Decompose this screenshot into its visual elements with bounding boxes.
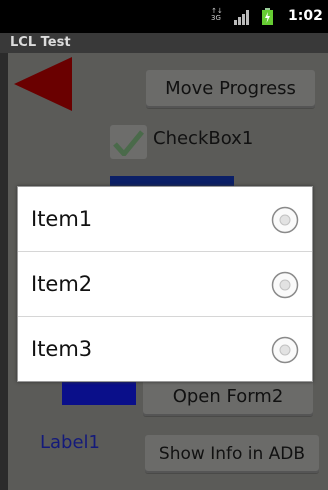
item-label: Item3 <box>31 337 93 361</box>
status-bar: ↑↓ 3G 1:02 <box>0 0 328 33</box>
open-form2-button[interactable]: Open Form2 <box>143 378 313 416</box>
radio-button-icon[interactable] <box>271 206 299 234</box>
choice-dialog: Item1 Item2 Item3 <box>17 186 313 382</box>
radio-button-icon[interactable] <box>271 336 299 364</box>
app-title: LCL Test <box>10 35 71 50</box>
title-bar: LCL Test <box>0 33 328 53</box>
network-3g-icon: ↑↓ 3G <box>211 7 223 22</box>
checkbox1-label: CheckBox1 <box>153 128 254 149</box>
checkbox1[interactable] <box>110 125 147 159</box>
network-type-label: 3G <box>211 14 221 22</box>
show-info-adb-button[interactable]: Show Info in ADB <box>145 435 319 473</box>
label1: Label1 <box>40 432 101 453</box>
signal-strength-icon <box>234 10 249 25</box>
dialog-item-1[interactable]: Item1 <box>18 187 312 252</box>
item-label: Item2 <box>31 272 93 296</box>
red-triangle-shape[interactable] <box>14 56 73 112</box>
battery-charging-icon <box>262 8 273 25</box>
blue-panel <box>62 378 136 405</box>
check-icon <box>113 130 144 156</box>
status-time: 1:02 <box>288 8 323 24</box>
dialog-item-3[interactable]: Item3 <box>18 317 312 382</box>
dialog-item-2[interactable]: Item2 <box>18 252 312 317</box>
item-label: Item1 <box>31 207 93 231</box>
move-progress-button[interactable]: Move Progress <box>146 70 315 108</box>
radio-button-icon[interactable] <box>271 271 299 299</box>
